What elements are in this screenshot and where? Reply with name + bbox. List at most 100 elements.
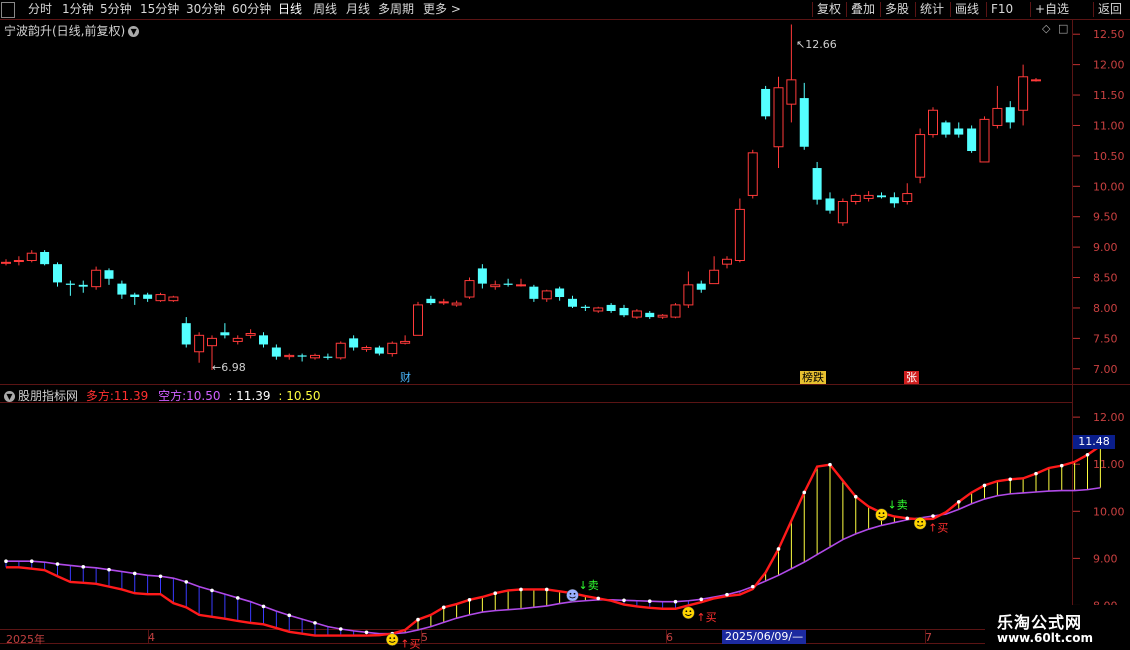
candle[interactable] — [580, 304, 590, 311]
candle[interactable] — [1031, 78, 1041, 82]
candle[interactable] — [232, 335, 243, 345]
candle[interactable] — [143, 292, 153, 302]
candle[interactable] — [657, 314, 668, 319]
candle[interactable] — [761, 85, 771, 120]
candle[interactable] — [812, 161, 822, 205]
candle[interactable] — [967, 125, 977, 153]
candle[interactable] — [863, 191, 874, 202]
candle[interactable] — [181, 317, 191, 348]
candle[interactable] — [374, 345, 384, 356]
candle[interactable] — [825, 192, 835, 214]
candle[interactable] — [387, 341, 398, 357]
candle[interactable] — [400, 335, 411, 345]
candle[interactable] — [323, 353, 333, 360]
candle[interactable] — [568, 295, 577, 308]
candle[interactable] — [799, 82, 809, 150]
candle[interactable] — [451, 300, 462, 307]
candle[interactable] — [541, 289, 552, 302]
candle[interactable] — [490, 280, 501, 290]
candle[interactable] — [284, 353, 295, 360]
candle[interactable] — [117, 280, 127, 299]
candle[interactable] — [850, 193, 861, 205]
candle[interactable] — [26, 250, 37, 263]
candle[interactable] — [477, 264, 487, 289]
long-line — [6, 444, 1102, 637]
tag-cai[interactable]: 财 — [398, 371, 413, 384]
candle[interactable] — [889, 192, 899, 208]
candle[interactable] — [1, 259, 11, 266]
candle[interactable] — [464, 277, 475, 299]
buy-signal[interactable]: ↑买 — [682, 606, 717, 624]
ind-dot — [1059, 463, 1064, 468]
candle[interactable] — [335, 341, 346, 360]
candle[interactable] — [555, 286, 565, 301]
candle[interactable] — [941, 120, 951, 138]
candle[interactable] — [619, 304, 629, 318]
candle[interactable] — [631, 309, 642, 319]
ind-dot — [55, 562, 60, 566]
candle[interactable] — [709, 256, 720, 285]
chart-canvas[interactable]: 7.00 7.50 8.00 8.50 9.00 9.50 10.00 10.50 11.00 1… — [0, 0, 1130, 650]
candle[interactable] — [954, 122, 964, 138]
candle[interactable] — [13, 256, 24, 266]
candle[interactable] — [992, 85, 1003, 129]
chevron-down-icon[interactable]: ▼ — [4, 391, 15, 402]
candle[interactable] — [696, 280, 706, 293]
candle[interactable] — [130, 292, 140, 305]
candle[interactable] — [259, 332, 268, 348]
candle[interactable] — [593, 306, 604, 313]
ind-dot — [4, 559, 8, 563]
candle[interactable] — [53, 262, 62, 287]
candle[interactable] — [65, 280, 75, 296]
buy-signal[interactable]: ↑买 — [386, 633, 420, 650]
candle[interactable] — [310, 353, 320, 360]
candle[interactable] — [245, 329, 256, 339]
candle[interactable] — [786, 24, 797, 123]
candle[interactable] — [297, 353, 307, 362]
candle[interactable] — [773, 76, 784, 169]
candle[interactable] — [194, 332, 205, 363]
candle[interactable] — [413, 301, 423, 336]
tag-bangdie[interactable]: 榜跌 — [800, 371, 826, 384]
candle[interactable] — [438, 298, 449, 305]
candle[interactable] — [928, 107, 938, 138]
candle[interactable] — [670, 303, 681, 319]
candle[interactable] — [78, 280, 88, 293]
candle[interactable] — [722, 256, 732, 269]
x-axis-label: 6 — [666, 631, 673, 644]
ind-dot — [364, 630, 369, 635]
candle[interactable] — [529, 284, 539, 302]
candle[interactable] — [349, 335, 359, 351]
ind-dot — [493, 591, 498, 596]
candle[interactable] — [606, 303, 616, 313]
candle[interactable] — [168, 295, 179, 302]
candle[interactable] — [747, 149, 758, 199]
candle[interactable] — [645, 311, 655, 319]
candle[interactable] — [361, 345, 372, 352]
ind-dot — [29, 559, 34, 563]
candle[interactable] — [877, 192, 886, 199]
tag-zhang[interactable]: 张 — [904, 371, 919, 384]
candle[interactable] — [1005, 101, 1015, 129]
candle[interactable] — [271, 344, 281, 360]
ind-dot — [210, 588, 214, 593]
ind-y-tick-label: 12.00 — [1093, 411, 1125, 424]
candle[interactable] — [104, 268, 114, 285]
candle[interactable] — [837, 198, 848, 226]
signal-label: ↑买 — [696, 611, 716, 624]
candle[interactable] — [902, 183, 913, 205]
candle[interactable] — [40, 250, 50, 266]
candle[interactable] — [979, 116, 990, 163]
candle[interactable] — [683, 271, 694, 308]
candle[interactable] — [915, 128, 926, 184]
candle[interactable] — [503, 278, 513, 287]
candle[interactable] — [734, 198, 745, 263]
candle[interactable] — [1018, 64, 1029, 126]
candle[interactable] — [155, 292, 166, 302]
ind-dot — [596, 596, 601, 601]
candle[interactable] — [426, 295, 436, 305]
y-axis-tick-label: 10.00 — [1093, 180, 1125, 193]
candle[interactable] — [220, 323, 230, 339]
candle[interactable] — [516, 278, 526, 287]
candle[interactable] — [91, 266, 102, 290]
